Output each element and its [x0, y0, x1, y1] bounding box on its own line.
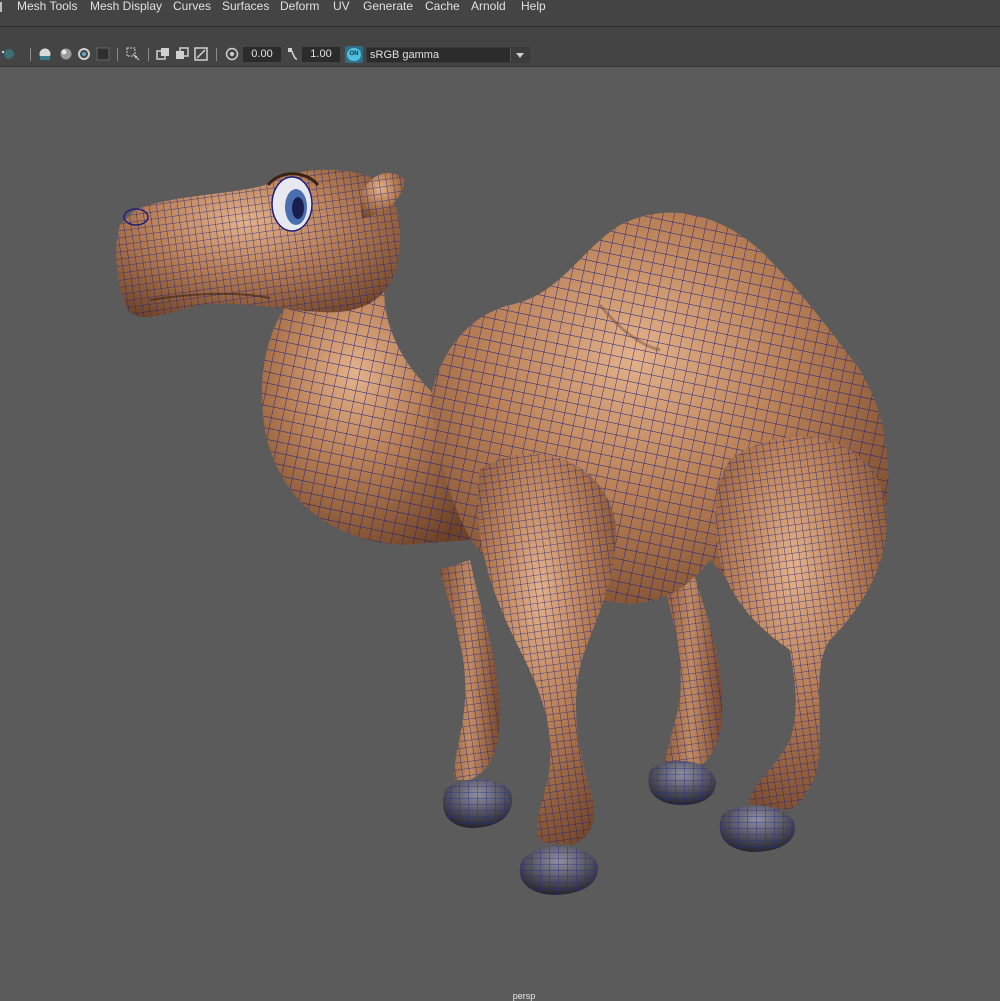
hoof-front-far [442, 779, 513, 828]
perspective-viewport[interactable] [0, 67, 1000, 1000]
front-far-leg [440, 560, 500, 780]
hoof-front-near [519, 846, 599, 895]
color-space-label: sRGB gamma [370, 49, 440, 61]
shading-sphere-icon[interactable] [0, 47, 14, 61]
color-space-dropdown[interactable]: sRGB gamma [366, 47, 530, 63]
menu-help[interactable]: Help [521, 0, 546, 16]
xray-icon[interactable] [96, 47, 110, 61]
film-gate-icon[interactable] [175, 47, 189, 61]
menu-surfaces[interactable]: Surfaces [222, 0, 269, 16]
color-management-icon[interactable]: ON [345, 46, 363, 63]
back-near-leg [715, 436, 887, 810]
exposure-field[interactable]: 0.00 [243, 47, 281, 62]
isolate-icon[interactable] [77, 47, 91, 61]
menu-deform[interactable]: Deform [280, 0, 319, 16]
wireframe-icon[interactable] [126, 47, 140, 61]
resolution-gate-icon[interactable] [156, 47, 170, 61]
gamma-field[interactable]: 1.00 [302, 47, 340, 62]
menu-edge-marker [0, 2, 2, 12]
camel-model[interactable] [0, 67, 1000, 1000]
main-menu-bar: Mesh Tools Mesh Display Curves Surfaces … [0, 0, 1000, 27]
lighting-icon[interactable] [58, 47, 73, 62]
exposure-icon[interactable] [225, 47, 239, 61]
toolbar-separator [117, 48, 118, 61]
toolbar-separator [216, 48, 217, 61]
viewport-panel-toolbar: 0.00 1.00 ON sRGB gamma [0, 42, 1000, 67]
camera-icon[interactable] [194, 47, 208, 61]
menu-cache[interactable]: Cache [425, 0, 460, 16]
menu-arnold[interactable]: Arnold [471, 0, 506, 16]
toolbar-spacer [0, 27, 1000, 42]
menu-uv[interactable]: UV [333, 0, 350, 16]
hoof-back-far [648, 760, 716, 806]
gamma-icon[interactable] [287, 47, 299, 61]
flat-shade-icon[interactable] [38, 47, 52, 62]
toolbar-separator [148, 48, 149, 61]
menu-mesh-display[interactable]: Mesh Display [90, 0, 162, 16]
color-management-badge: ON [347, 48, 361, 61]
menu-generate[interactable]: Generate [363, 0, 413, 16]
hoof-back-near [719, 805, 796, 852]
toolbar-separator [30, 48, 31, 61]
menu-curves[interactable]: Curves [173, 0, 211, 16]
dropdown-arrow-icon [516, 53, 524, 58]
dropdown-arrow-button[interactable] [510, 48, 529, 62]
menu-mesh-tools[interactable]: Mesh Tools [17, 0, 77, 16]
camel-head [116, 169, 401, 317]
